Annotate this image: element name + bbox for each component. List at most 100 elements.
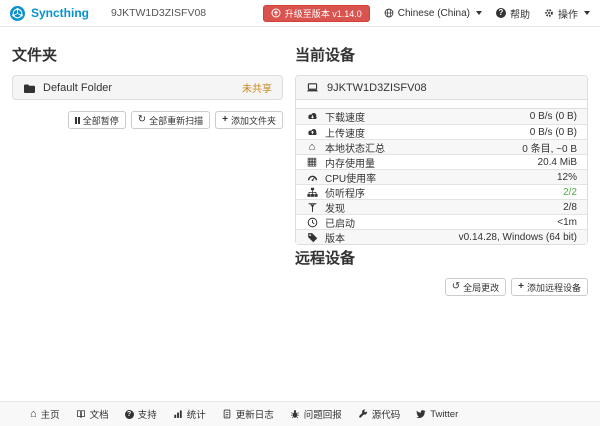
footer-link-label: Twitter (430, 409, 458, 420)
this-device-stats-table: 下载速度 0 B/s (0 B) 上传速度 0 B/s (0 B) ⌂ 本地状态… (296, 109, 587, 244)
pause-all-label: 全部暂停 (83, 114, 119, 127)
rescan-all-button[interactable]: ↻ 全部重新扫描 (131, 111, 210, 129)
remote-devices-heading: 远程设备 (295, 247, 588, 268)
this-device-name: 9JKTW1D3ZISFV08 (327, 82, 427, 94)
chevron-down-icon (476, 11, 482, 15)
row-value: v0.14.28, Windows (64 bit) (459, 232, 577, 243)
actions-label: 操作 (558, 6, 578, 21)
refresh-icon: ↻ (138, 115, 146, 125)
syncthing-logo-icon (10, 6, 25, 21)
footer-link-label: 主页 (41, 407, 60, 421)
upgrade-button[interactable]: 升级至版本 v1.14.0 (263, 5, 370, 22)
footer-link-docs[interactable]: 文档 (76, 407, 109, 421)
stats-icon (173, 409, 183, 419)
table-row-local-state: ⌂ 本地状态汇总 0 条目, ~0 B (296, 139, 587, 154)
footer-link-bug-report[interactable]: 问题回报 (290, 407, 342, 421)
footer-link-twitter[interactable]: Twitter (416, 409, 458, 420)
table-row-version: 版本 v0.14.28, Windows (64 bit) (296, 229, 587, 244)
question-circle-icon: ? (496, 8, 506, 18)
footer-link-source-code[interactable]: 源代码 (358, 407, 401, 421)
tag-icon (306, 232, 318, 243)
footer: ⌂ 主页 文档 ? 支持 统计 更新日志 问题回报 源代码 Twitter (0, 401, 600, 426)
table-row-uptime: 已启动 <1m (296, 214, 587, 229)
brand-name: Syncthing (31, 6, 89, 20)
folder-status-badge: 未共享 (242, 80, 272, 95)
footer-link-label: 问题回报 (304, 407, 342, 421)
row-label: 发现 (325, 200, 345, 215)
global-changes-button[interactable]: ↺ 全局更改 (445, 278, 506, 296)
devices-section: 当前设备 9JKTW1D3ZISFV08 下载速度 0 B/s (0 B) 上传… (295, 42, 588, 296)
this-device-header[interactable]: 9JKTW1D3ZISFV08 (296, 76, 587, 100)
footer-link-changelog[interactable]: 更新日志 (222, 407, 274, 421)
table-row-ram: ▦ 内存使用量 20.4 MiB (296, 154, 587, 169)
folder-row-default[interactable]: Default Folder 未共享 (12, 75, 283, 100)
footer-link-label: 更新日志 (236, 407, 274, 421)
panel-gap (296, 100, 587, 109)
row-label: 上传速度 (325, 125, 365, 140)
row-label: 本地状态汇总 (325, 140, 385, 155)
add-folder-label: 添加文件夹 (231, 114, 276, 127)
chevron-down-icon (584, 11, 590, 15)
table-row-discovery: 发现 2/8 (296, 199, 587, 214)
changelog-icon (222, 409, 232, 419)
footer-link-statistics[interactable]: 统计 (173, 407, 206, 421)
cloud-download-icon (306, 111, 318, 122)
globe-icon (384, 8, 394, 18)
cloud-upload-icon (306, 127, 318, 138)
folder-name: Default Folder (43, 82, 112, 94)
folder-icon (23, 82, 35, 94)
question-circle-icon: ? (125, 410, 134, 419)
language-dropdown[interactable]: Chinese (China) (384, 8, 482, 19)
help-button[interactable]: ? 帮助 (496, 6, 530, 21)
actions-dropdown[interactable]: 操作 (544, 6, 590, 21)
plus-icon: + (518, 282, 524, 292)
table-row-cpu: CPU使用率 12% (296, 169, 587, 184)
global-changes-label: 全局更改 (463, 281, 499, 294)
this-device-heading: 当前设备 (295, 44, 588, 65)
row-label: 内存使用量 (325, 155, 375, 170)
footer-link-label: 文档 (90, 407, 109, 421)
footer-link-support[interactable]: ? 支持 (125, 407, 157, 421)
add-remote-device-label: 添加远程设备 (527, 281, 581, 294)
pause-icon (75, 117, 80, 124)
row-label: 下载速度 (325, 109, 365, 124)
antenna-icon (306, 202, 318, 213)
footer-link-label: 统计 (187, 407, 206, 421)
laptop-icon (306, 81, 319, 94)
clock-icon (306, 217, 318, 228)
table-row-listeners: 侦听程序 2/2 (296, 184, 587, 199)
language-label: Chinese (China) (398, 8, 470, 19)
home-icon: ⌂ (30, 409, 37, 420)
row-value: 0 条目, ~0 B (522, 140, 577, 155)
this-device-panel: 9JKTW1D3ZISFV08 下载速度 0 B/s (0 B) 上传速度 0 … (295, 75, 588, 245)
help-label: 帮助 (510, 6, 530, 21)
footer-link-home[interactable]: ⌂ 主页 (30, 407, 60, 421)
row-label: CPU使用率 (325, 170, 376, 185)
bug-icon (290, 409, 300, 419)
undo-icon: ↺ (452, 282, 460, 292)
plus-icon: + (222, 115, 228, 125)
row-value: 0 B/s (0 B) (530, 127, 577, 138)
table-row-download-rate: 下载速度 0 B/s (0 B) (296, 109, 587, 124)
navbar-device-id: 9JKTW1D3ZISFV08 (111, 7, 206, 19)
row-value: 2/2 (563, 187, 577, 198)
row-value: 12% (557, 172, 577, 183)
wrench-icon (358, 409, 368, 419)
add-remote-device-button[interactable]: + 添加远程设备 (511, 278, 588, 296)
syncthing-logo[interactable]: Syncthing (10, 6, 89, 21)
upgrade-label: 升级至版本 v1.14.0 (285, 7, 362, 20)
gauge-icon (306, 172, 318, 183)
folders-heading: 文件夹 (12, 44, 283, 65)
ram-grid-icon: ▦ (306, 157, 318, 168)
row-label: 已启动 (325, 215, 355, 230)
footer-link-label: 支持 (138, 407, 157, 421)
pause-all-button[interactable]: 全部暂停 (68, 111, 126, 129)
row-value: <1m (557, 217, 577, 228)
footer-link-label: 源代码 (372, 407, 401, 421)
add-folder-button[interactable]: + 添加文件夹 (215, 111, 283, 129)
row-value: 0 B/s (0 B) (530, 111, 577, 122)
home-icon: ⌂ (306, 142, 318, 153)
arrow-up-circle-icon (271, 8, 281, 18)
row-value: 2/8 (563, 202, 577, 213)
row-label: 侦听程序 (325, 185, 365, 200)
